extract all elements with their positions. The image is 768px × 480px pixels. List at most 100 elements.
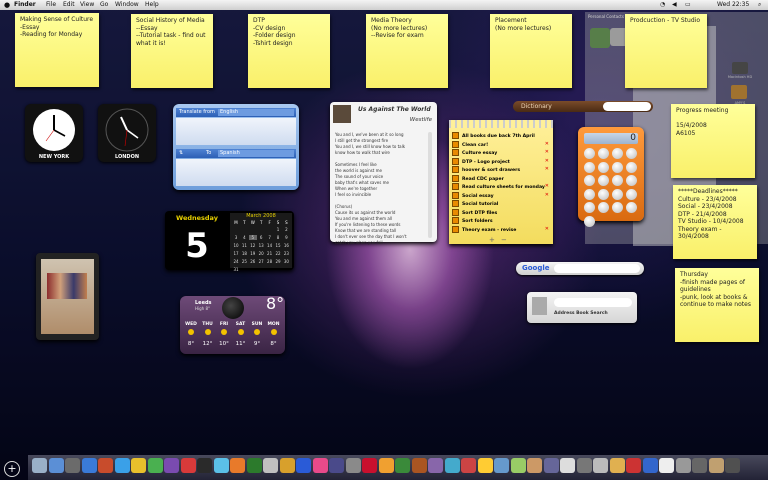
- dock-app-icon[interactable]: [296, 458, 311, 473]
- calendar-day[interactable]: 3: [232, 235, 240, 240]
- sticky-note-tv-studio[interactable]: Prodcuction - TV Studio: [625, 14, 707, 88]
- calendar-day[interactable]: 24: [232, 259, 240, 264]
- calendar-day[interactable]: 26: [249, 259, 257, 264]
- dock-app-icon[interactable]: [626, 458, 641, 473]
- dock-app-icon[interactable]: [560, 458, 575, 473]
- dock-app-icon[interactable]: [527, 458, 542, 473]
- calendar-day[interactable]: 8: [274, 235, 282, 240]
- battery-icon[interactable]: ▭: [685, 0, 691, 10]
- dock-app-icon[interactable]: [477, 458, 493, 473]
- dock-app-icon[interactable]: [329, 458, 344, 473]
- calc-key[interactable]: [626, 188, 637, 200]
- dock-app-icon[interactable]: [642, 458, 658, 473]
- calendar-day[interactable]: 21: [266, 251, 274, 256]
- checkbox-icon[interactable]: [452, 208, 459, 216]
- checkbox-icon[interactable]: [452, 191, 459, 199]
- calc-key[interactable]: [626, 148, 637, 159]
- checkbox-icon[interactable]: [452, 217, 459, 224]
- dock-app-icon[interactable]: [345, 458, 361, 473]
- calendar-day[interactable]: 5: [248, 235, 257, 240]
- delete-icon[interactable]: ✕: [545, 141, 549, 148]
- calc-key[interactable]: [584, 215, 595, 227]
- dock-app-icon[interactable]: [246, 458, 262, 473]
- dock-app-icon[interactable]: [312, 458, 328, 473]
- spotlight-icon[interactable]: ⌕: [758, 0, 761, 10]
- dock-app-icon[interactable]: [32, 458, 47, 473]
- calc-key[interactable]: [598, 161, 609, 173]
- apple-icon[interactable]: ●: [4, 0, 10, 10]
- dock-app-icon[interactable]: [725, 458, 740, 473]
- dock-app-icon[interactable]: [131, 458, 146, 473]
- sticky-note-media-theory[interactable]: Media Theory (No more lectures) --Revise…: [366, 14, 448, 88]
- menu-help[interactable]: Help: [145, 0, 159, 10]
- dock-app-icon[interactable]: [510, 458, 526, 473]
- checkbox-icon[interactable]: [452, 200, 459, 207]
- dock-app-icon[interactable]: [593, 458, 608, 473]
- calendar-day[interactable]: 2: [282, 227, 290, 232]
- calc-key[interactable]: [626, 202, 637, 213]
- todo-item[interactable]: Social essay ✕: [452, 191, 550, 199]
- google-search-input[interactable]: [554, 264, 640, 273]
- calc-key[interactable]: [598, 175, 609, 186]
- menu-finder[interactable]: Finder: [14, 0, 36, 10]
- calendar-day[interactable]: 25: [240, 259, 248, 264]
- calc-key[interactable]: [584, 175, 595, 186]
- calendar-day[interactable]: 19: [249, 251, 257, 256]
- menu-file[interactable]: File: [46, 0, 56, 10]
- calc-key[interactable]: [584, 202, 595, 213]
- todo-item[interactable]: Theory exam - revise ✕: [452, 225, 550, 233]
- clock-widget-london[interactable]: LONDON: [98, 104, 156, 162]
- calendar-day[interactable]: 7: [266, 235, 274, 240]
- calendar-day[interactable]: 14: [266, 243, 274, 248]
- todo-item[interactable]: DTP - Logo project ✕: [452, 157, 550, 165]
- dock-app-icon[interactable]: [675, 458, 691, 473]
- todo-item[interactable]: Sort folders: [452, 217, 550, 224]
- calc-key[interactable]: [584, 148, 595, 159]
- sticky-note-dtp[interactable]: DTP -CV design -Folder design -Tshirt de…: [248, 14, 330, 88]
- calendar-day[interactable]: 17: [232, 251, 240, 256]
- dock-app-icon[interactable]: [428, 458, 443, 473]
- dock-app-icon[interactable]: [213, 458, 229, 473]
- checkbox-icon[interactable]: [452, 183, 459, 190]
- calendar-day[interactable]: 6: [257, 235, 265, 240]
- sticky-note-deadlines[interactable]: *****Deadlines***** Culture - 23/4/2008 …: [673, 185, 757, 259]
- dock-app-icon[interactable]: [461, 458, 476, 473]
- dock-app-icon[interactable]: [692, 458, 707, 473]
- dock-app-icon[interactable]: [164, 458, 179, 473]
- calendar-day[interactable]: 22: [274, 251, 282, 256]
- calc-key[interactable]: [612, 175, 623, 186]
- calendar-day[interactable]: 29: [274, 259, 282, 264]
- dock-app-icon[interactable]: [411, 458, 427, 473]
- calc-key[interactable]: [626, 161, 637, 173]
- add-widget-button[interactable]: +: [4, 461, 20, 477]
- dock-app-icon[interactable]: [48, 458, 64, 473]
- menubar-clock[interactable]: Wed 22:35: [717, 0, 749, 10]
- dock-app-icon[interactable]: [279, 458, 295, 473]
- dock-app-icon[interactable]: [395, 458, 410, 473]
- delete-icon[interactable]: ✕: [545, 192, 549, 199]
- delete-icon[interactable]: ✕: [545, 183, 549, 190]
- sticky-note-progress-meeting[interactable]: Progress meeting 15/4/2008 A6105: [671, 104, 755, 178]
- calendar-day[interactable]: 1: [274, 227, 282, 232]
- menu-go[interactable]: Go: [100, 0, 108, 10]
- remove-item-button[interactable]: −: [501, 236, 507, 244]
- delete-icon[interactable]: ✕: [545, 226, 549, 233]
- calendar-day[interactable]: 30: [282, 259, 290, 264]
- checkbox-icon[interactable]: [452, 140, 459, 148]
- calc-key[interactable]: [598, 202, 609, 213]
- sticky-note-placement[interactable]: Placement (No more lectures): [490, 14, 572, 88]
- dock-app-icon[interactable]: [114, 458, 130, 473]
- dock-app-icon[interactable]: [494, 458, 509, 473]
- menu-edit[interactable]: Edit: [63, 0, 75, 10]
- delete-icon[interactable]: ✕: [545, 166, 549, 173]
- todo-item[interactable]: Sort DTP files: [452, 208, 550, 216]
- calendar-day[interactable]: 10: [232, 243, 240, 248]
- calendar-day[interactable]: 27: [257, 259, 265, 264]
- checkbox-icon[interactable]: [452, 132, 459, 139]
- calc-key[interactable]: [612, 188, 623, 200]
- calc-key[interactable]: [584, 188, 595, 200]
- lyrics-scrollbar[interactable]: [428, 132, 432, 238]
- delete-icon[interactable]: ✕: [545, 158, 549, 165]
- delete-icon[interactable]: ✕: [545, 149, 549, 156]
- calc-key[interactable]: [612, 161, 623, 173]
